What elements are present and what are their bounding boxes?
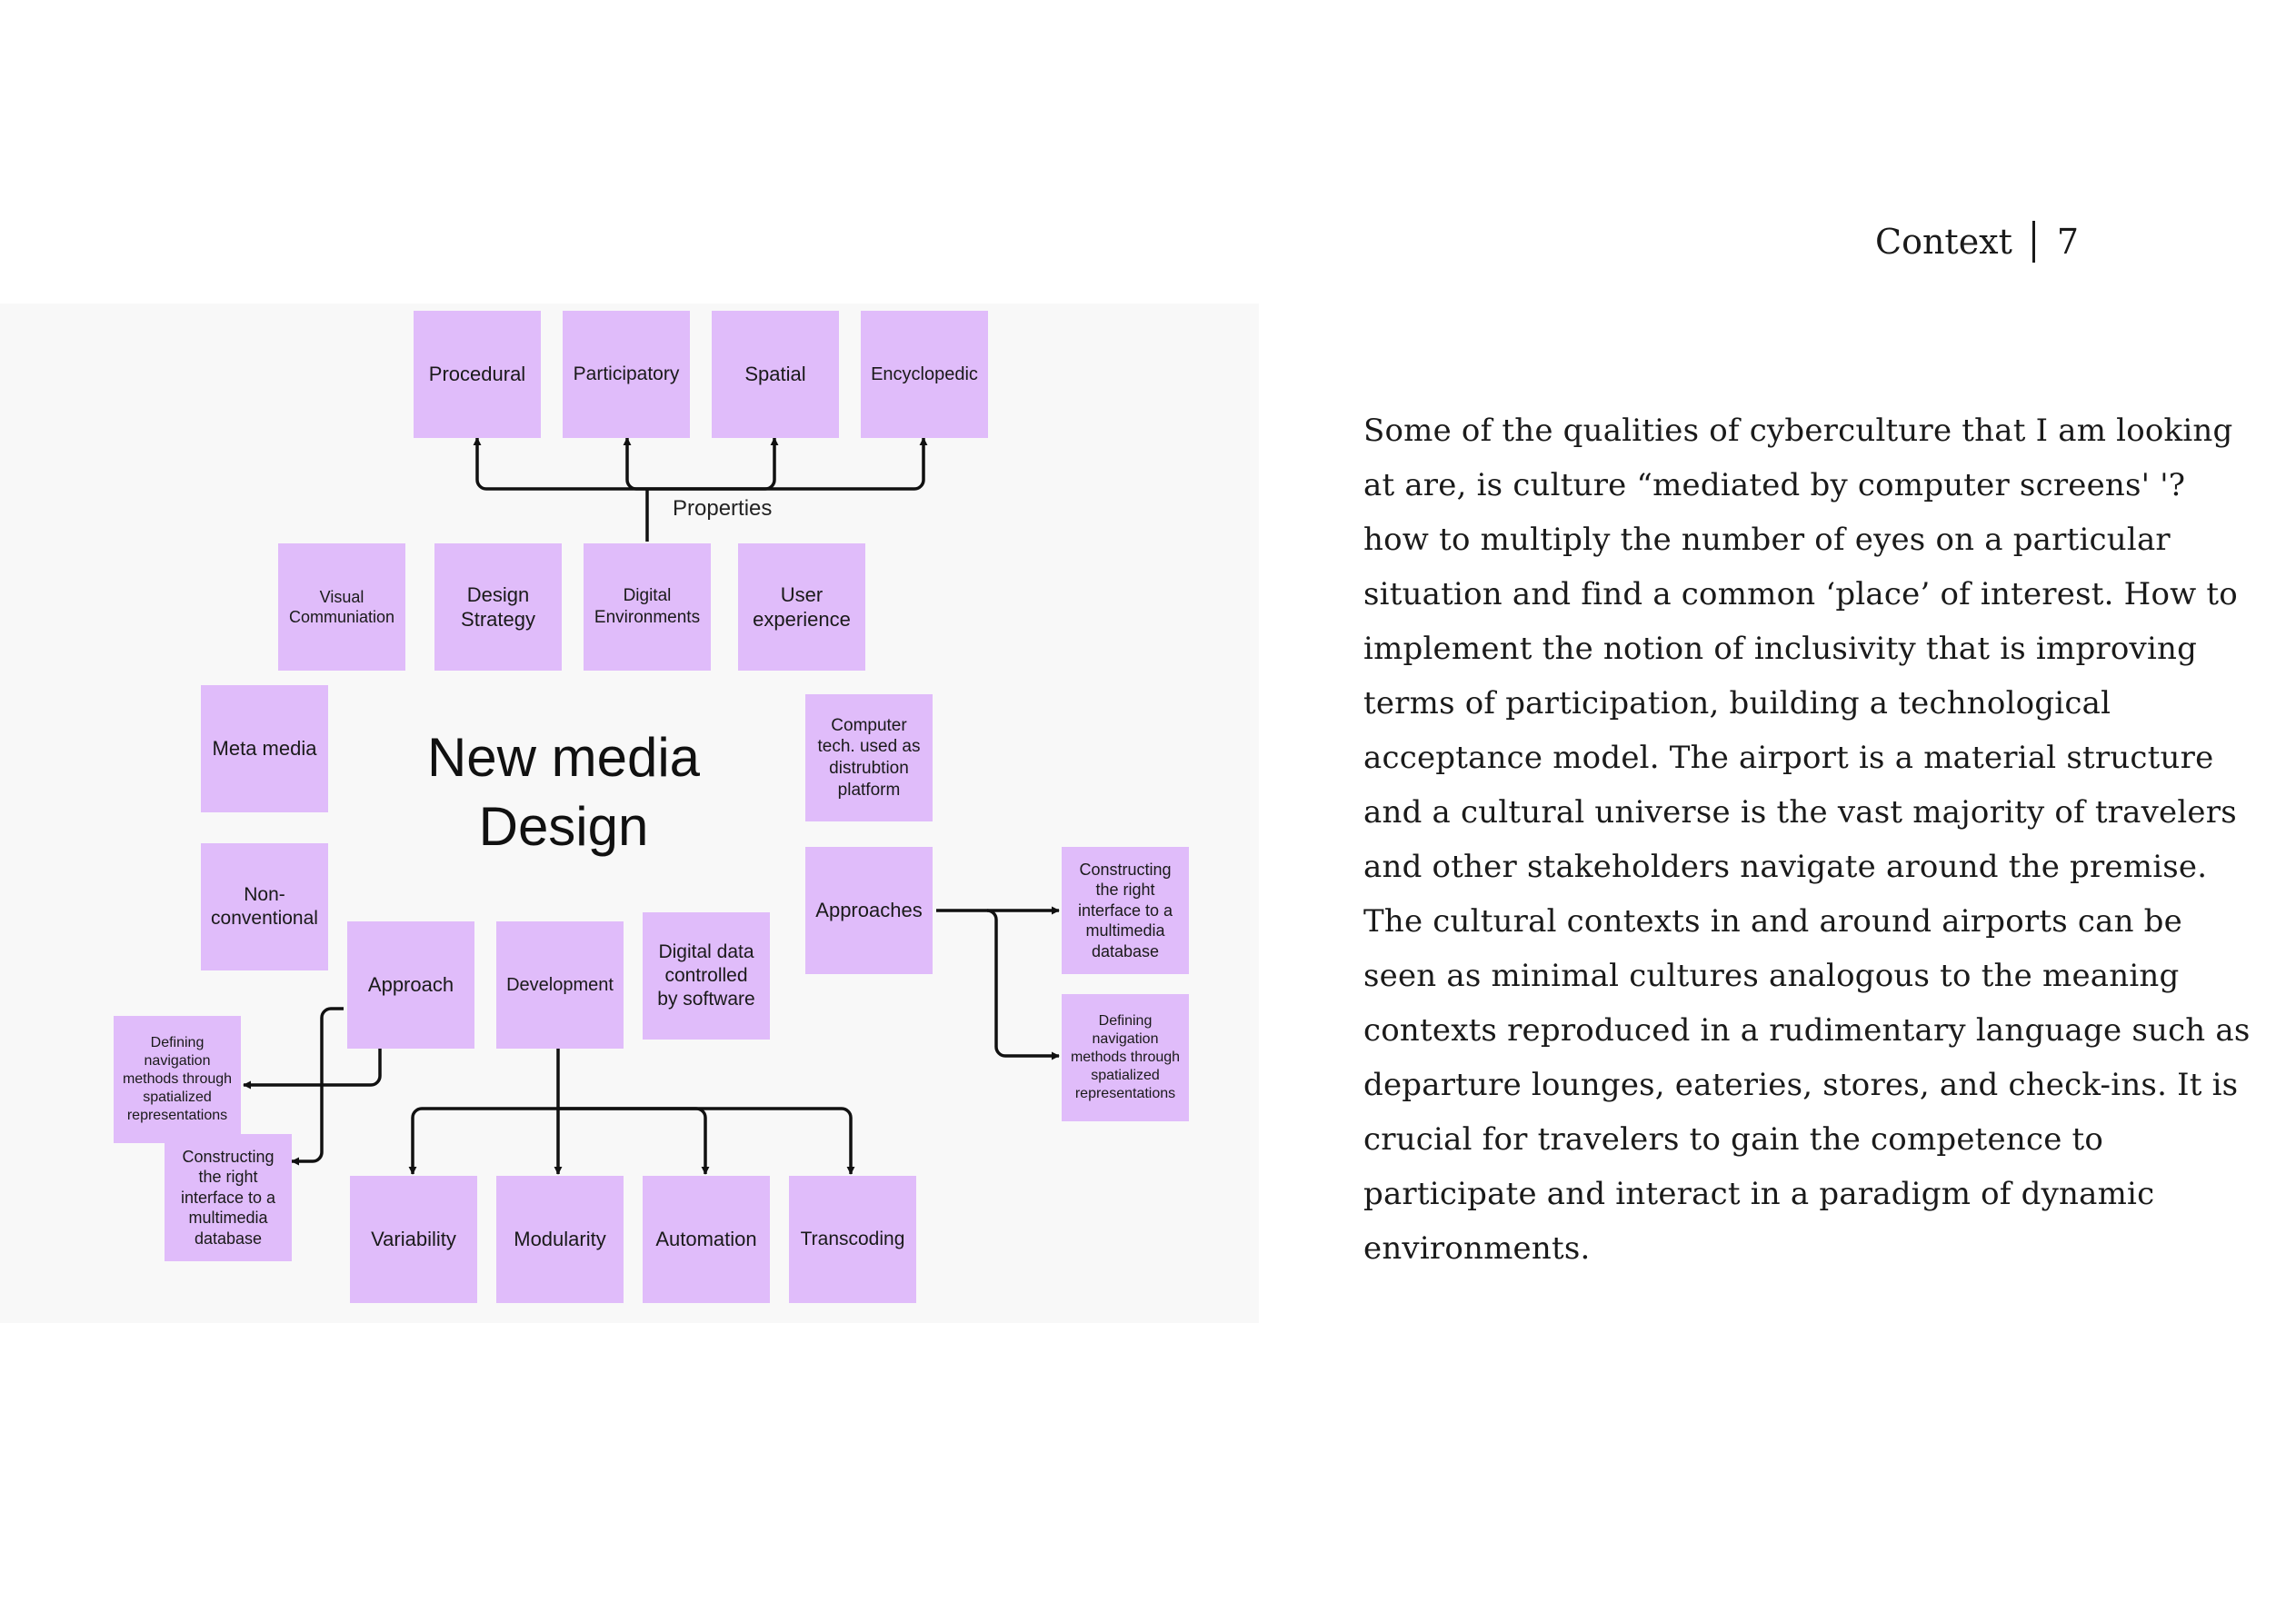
connector-automation [558,1107,710,1175]
connector-participatory [623,437,647,491]
note-automation: Automation [643,1176,770,1303]
note-computer-tech: Computer tech. used as distrubtion platf… [805,694,933,821]
note-defining-right: Defining navigation methods through spat… [1062,994,1189,1121]
page-header: Context 7 [1875,218,2079,265]
note-transcoding: Transcoding [789,1176,916,1303]
diagram-title: New media Design [426,727,701,858]
note-constructing-left: Constructing the right interface to a mu… [165,1134,292,1261]
connector-encyclopedic [647,437,928,491]
note-procedural: Procedural [414,311,541,438]
new-media-design-diagram: Properties Procedural Participatory Spat… [0,304,1259,1323]
note-design-strategy: Design Strategy [434,543,562,671]
note-non-conventional: Non- conventional [201,843,328,970]
note-user-experience: User experience [738,543,865,671]
body-paragraph: Some of the qualities of cyberculture th… [1363,413,2251,1267]
connector-approach-defining [243,1049,382,1090]
note-constructing-right: Constructing the right interface to a mu… [1062,847,1189,974]
note-modularity: Modularity [496,1176,624,1303]
connector-spatial [647,437,779,491]
note-spatial: Spatial [712,311,839,438]
note-approaches: Approaches [805,847,933,974]
connector-approaches-defining [986,909,1060,1060]
note-visual-communiation: Visual Communiation [278,543,405,671]
header-divider [2031,221,2035,263]
note-encyclopedic: Encyclopedic [861,311,988,438]
properties-label: Properties [673,496,773,521]
connector-variability [408,1107,558,1175]
note-approach: Approach [347,921,474,1049]
note-defining-left: Defining navigation methods through spat… [114,1016,241,1143]
note-digital-data: Digital data controlled by software [643,912,770,1040]
page-number: 7 [2056,222,2080,262]
note-development: Development [496,921,624,1049]
connector-procedural [473,437,647,491]
note-meta-media: Meta media [201,685,328,812]
note-digital-environments: Digital Environments [584,543,711,671]
note-variability: Variability [350,1176,477,1303]
note-participatory: Participatory [563,311,690,438]
section-title: Context [1875,222,2012,262]
